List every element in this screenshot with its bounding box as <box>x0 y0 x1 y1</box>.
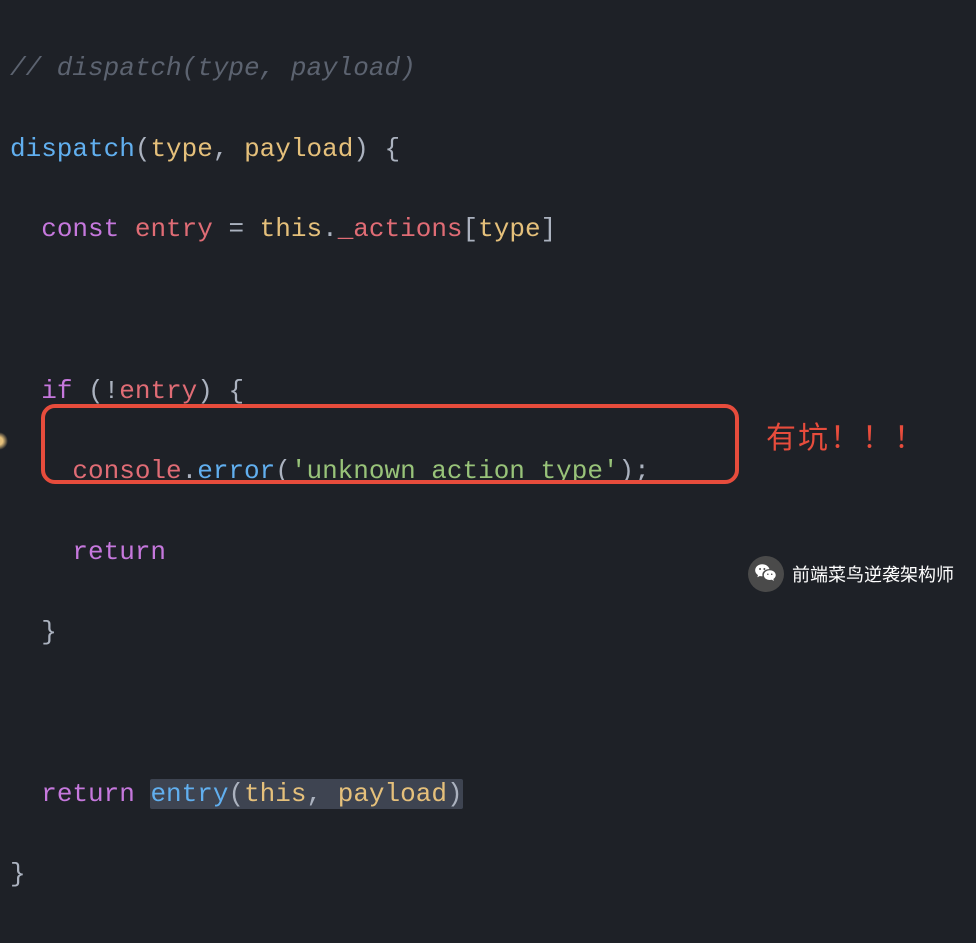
code-method: error <box>197 456 275 486</box>
code-keyword: return <box>41 779 135 809</box>
code-fn-name: dispatch <box>10 134 135 164</box>
code-keyword: const <box>41 214 119 244</box>
code-comment: // dispatch(type, payload) <box>10 53 416 83</box>
code-var: type <box>478 214 540 244</box>
wechat-icon <box>748 556 784 592</box>
code-param: type <box>150 134 212 164</box>
code-string: 'unknown action type' <box>291 456 619 486</box>
code-param: payload <box>244 134 353 164</box>
code-keyword: if <box>41 376 72 406</box>
code-var: entry <box>119 376 197 406</box>
code-editor[interactable]: // dispatch(type, payload) dispatch(type… <box>0 0 976 943</box>
code-var: entry <box>135 214 213 244</box>
code-prop: _actions <box>338 214 463 244</box>
watermark-text: 前端菜鸟逆袭架构师 <box>792 561 954 587</box>
selected-text[interactable]: entry(this, payload) <box>150 779 462 809</box>
code-this: this <box>260 214 322 244</box>
annotation-text: 有坑！！！ <box>766 413 926 457</box>
watermark: 前端菜鸟逆袭架构师 <box>748 556 954 592</box>
code-obj: console <box>72 456 181 486</box>
code-keyword: return <box>72 537 166 567</box>
